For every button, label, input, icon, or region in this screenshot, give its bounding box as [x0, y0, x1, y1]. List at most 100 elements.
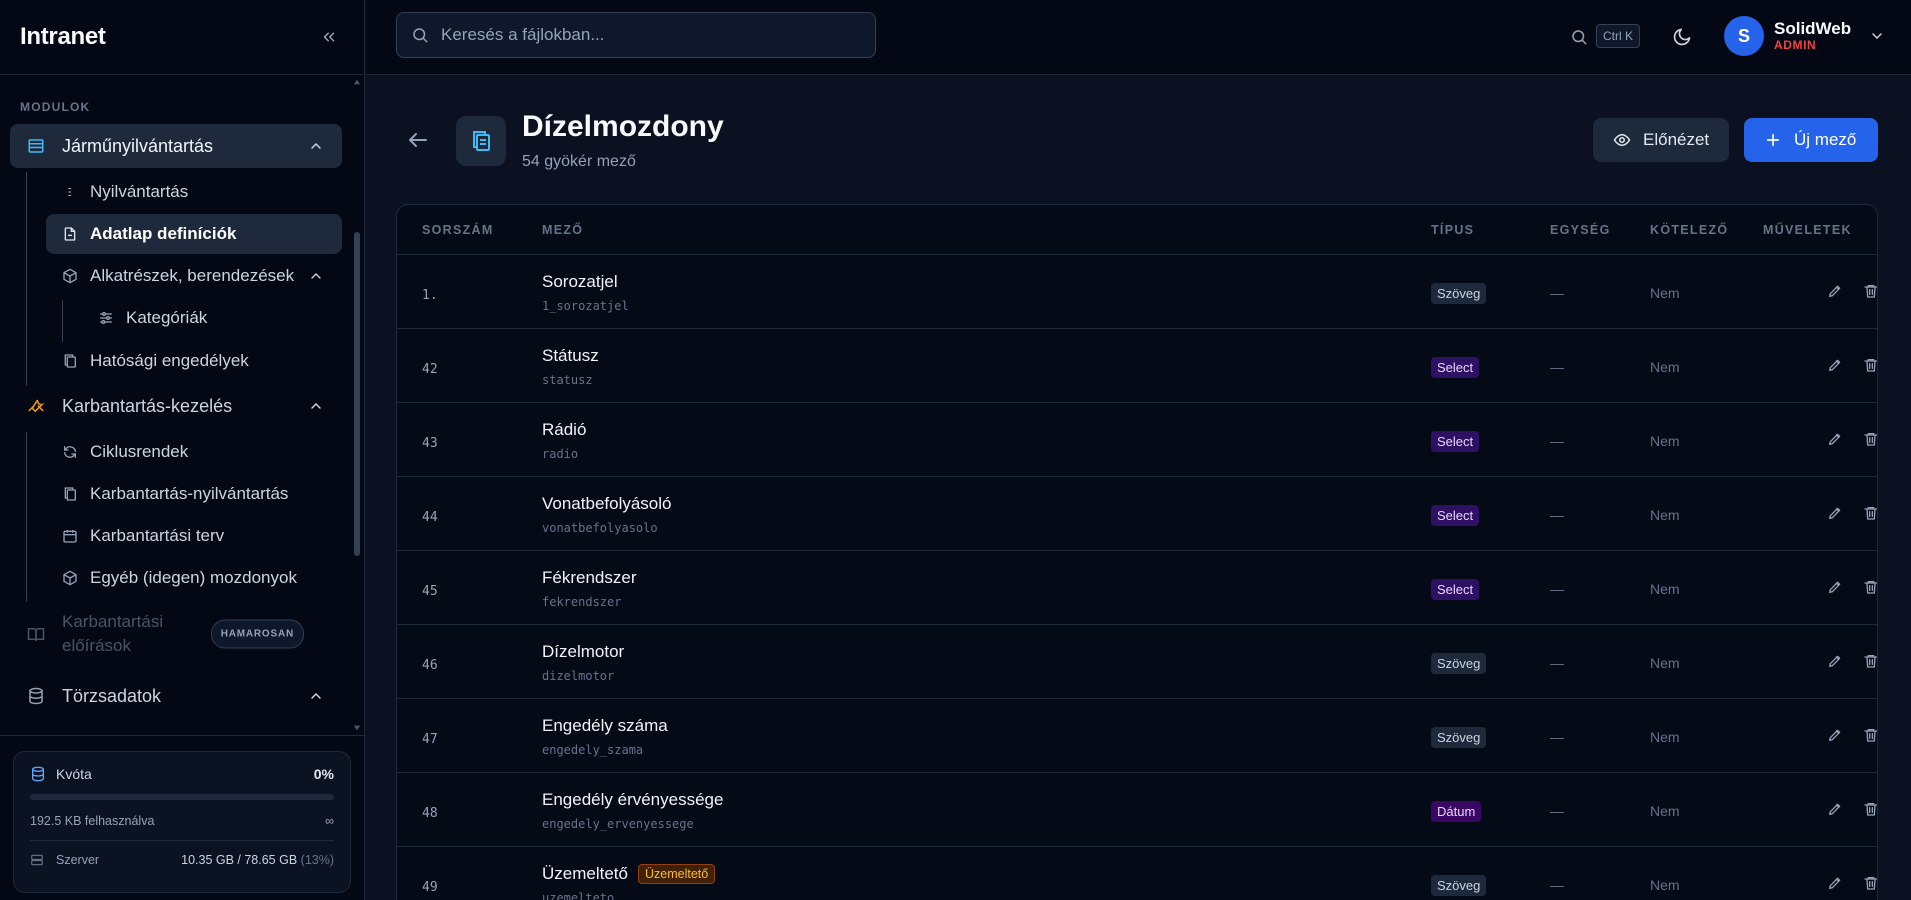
sidebar-item-maintenance-plan[interactable]: Karbantartási terv [46, 516, 342, 556]
sidebar-item-master-data[interactable]: Törzsadatok [10, 674, 342, 718]
type-badge: Szöveg [1431, 283, 1487, 304]
unit-value: — [1550, 729, 1564, 745]
field-name: Sorozatjel [542, 272, 618, 291]
delete-trash-icon[interactable] [1863, 579, 1877, 595]
database-icon [26, 686, 46, 706]
unit-value: — [1550, 581, 1564, 597]
delete-trash-icon[interactable] [1863, 653, 1877, 669]
field-key: statusz [542, 373, 593, 387]
quota-divider [30, 840, 334, 841]
page-subtitle: 54 gyökér mező [522, 153, 636, 170]
scroll-down-arrow-icon[interactable] [353, 724, 361, 732]
sliders-icon [96, 308, 116, 328]
theme-toggle-moon-icon[interactable] [1672, 27, 1692, 47]
server-label: Szerver [56, 853, 100, 867]
delete-trash-icon[interactable] [1863, 431, 1877, 447]
table-row[interactable]: 47 Engedély száma engedely_szama Szöveg — Nem [397, 699, 1877, 773]
file-search-input[interactable] [441, 25, 861, 45]
edit-pencil-icon[interactable] [1827, 653, 1843, 669]
type-badge: Szöveg [1431, 653, 1487, 674]
sidebar-item-authority-permits[interactable]: Hatósági engedélyek [46, 341, 342, 381]
sidebar-item-maintenance-registry[interactable]: Karbantartás-nyilvántartás [46, 474, 342, 514]
delete-trash-icon[interactable] [1863, 875, 1877, 891]
delete-trash-icon[interactable] [1863, 727, 1877, 743]
delete-trash-icon[interactable] [1863, 505, 1877, 521]
global-search-icon[interactable] [1570, 28, 1588, 46]
user-menu[interactable]: S SolidWeb ADMIN [1724, 16, 1885, 56]
sidebar-item-label: Karbantartás-nyilvántartás [90, 484, 289, 503]
file-search[interactable] [396, 12, 876, 58]
delete-trash-icon[interactable] [1863, 801, 1877, 817]
tree-line [62, 300, 63, 342]
edit-pencil-icon[interactable] [1827, 579, 1843, 595]
shortcut-badge: Ctrl K [1596, 24, 1640, 48]
row-number: 43 [422, 436, 438, 451]
table-row[interactable]: 43 Rádió radio Select — Nem [397, 403, 1877, 477]
chevron-down-icon [1869, 28, 1885, 44]
edit-pencil-icon[interactable] [1827, 875, 1843, 891]
sidebar-item-label: Egyéb (idegen) mozdonyok [90, 568, 297, 587]
copy-icon [60, 484, 80, 504]
table-row[interactable]: 1. Sorozatjel 1_sorozatjel Szöveg — Nem [397, 255, 1877, 329]
required-value: Nem [1650, 433, 1680, 449]
field-name: Engedély érvényessége [542, 790, 724, 809]
tree-line [26, 172, 27, 386]
book-icon [26, 624, 46, 644]
edit-pencil-icon[interactable] [1827, 801, 1843, 817]
table-row[interactable]: 49 Üzemeltető Üzemeltető uzemelteto Szöveg — N… [397, 847, 1877, 900]
coming-soon-badge: HAMAROSAN [210, 619, 304, 649]
sidebar-item-parts-equipment[interactable]: Alkatrészek, berendezések [46, 256, 342, 296]
sidebar-item-cycle-orders[interactable]: Ciklusrendek [46, 432, 342, 472]
required-value: Nem [1650, 581, 1680, 597]
server-icon [30, 853, 44, 867]
section-label: MODULOK [20, 100, 91, 114]
collapse-sidebar-button[interactable] [316, 24, 342, 50]
delete-trash-icon[interactable] [1863, 357, 1877, 373]
table-row[interactable]: 46 Dízelmotor dizelmotor Szöveg — Nem [397, 625, 1877, 699]
back-arrow-icon[interactable] [406, 128, 430, 152]
quota-progress-bar [30, 794, 334, 800]
chevron-up-icon [308, 688, 324, 704]
sidebar-item-label: Hatósági engedélyek [90, 351, 249, 370]
user-role: ADMIN [1774, 37, 1817, 52]
sidebar-header: Intranet [0, 0, 364, 75]
sidebar-scrollbar-thumb[interactable] [354, 232, 360, 556]
table-row[interactable]: 44 Vonatbefolyásoló vonatbefolyasolo Select… [397, 477, 1877, 551]
field-name-wrap: Státusz [542, 346, 599, 366]
required-value: Nem [1650, 655, 1680, 671]
row-number: 1. [422, 288, 438, 303]
table-header: SORSZÁM MEZŐ TÍPUS EGYSÉG KÖTELEZŐ MŰVEL… [397, 205, 1877, 255]
box-icon [60, 568, 80, 588]
sidebar-item-categories[interactable]: Kategóriák [84, 298, 342, 338]
scroll-up-arrow-icon[interactable] [353, 78, 361, 86]
preview-button[interactable]: Előnézet [1593, 118, 1729, 162]
unit-value: — [1550, 359, 1564, 375]
required-value: Nem [1650, 729, 1680, 745]
refresh-icon [60, 442, 80, 462]
sidebar: Intranet MODULOK Járműnyilvántartás Nyil… [0, 0, 365, 900]
type-badge: Dátum [1431, 801, 1482, 822]
row-number: 48 [422, 806, 438, 821]
table-row[interactable]: 42 Státusz statusz Select — Nem [397, 329, 1877, 403]
unit-value: — [1550, 803, 1564, 819]
edit-pencil-icon[interactable] [1827, 357, 1843, 373]
field-name: Dízelmotor [542, 642, 625, 661]
sidebar-item-maintenance-management[interactable]: Karbantartás-kezelés [10, 384, 342, 428]
delete-trash-icon[interactable] [1863, 283, 1877, 299]
sidebar-item-label: Karbantartás-kezelés [62, 395, 233, 416]
file-icon [60, 224, 80, 244]
sidebar-item-other-locomotives[interactable]: Egyéb (idegen) mozdonyok [46, 558, 342, 598]
table-row[interactable]: 45 Fékrendszer fekrendszer Select — Nem [397, 551, 1877, 625]
field-name-wrap: Sorozatjel [542, 272, 618, 292]
sidebar-item-registry[interactable]: Nyilvántartás [46, 172, 342, 212]
sidebar-item-vehicle-registry[interactable]: Járműnyilvántartás [10, 124, 342, 168]
quota-used: 192.5 KB felhasználva [30, 814, 155, 828]
table-row[interactable]: 48 Engedély érvényessége engedely_ervenyes… [397, 773, 1877, 847]
edit-pencil-icon[interactable] [1827, 727, 1843, 743]
edit-pencil-icon[interactable] [1827, 431, 1843, 447]
new-field-button[interactable]: Új mező [1744, 118, 1878, 162]
sidebar-item-datasheet-definitions[interactable]: Adatlap definíciók [46, 214, 342, 254]
edit-pencil-icon[interactable] [1827, 505, 1843, 521]
field-name-wrap: Rádió [542, 420, 586, 440]
edit-pencil-icon[interactable] [1827, 283, 1843, 299]
